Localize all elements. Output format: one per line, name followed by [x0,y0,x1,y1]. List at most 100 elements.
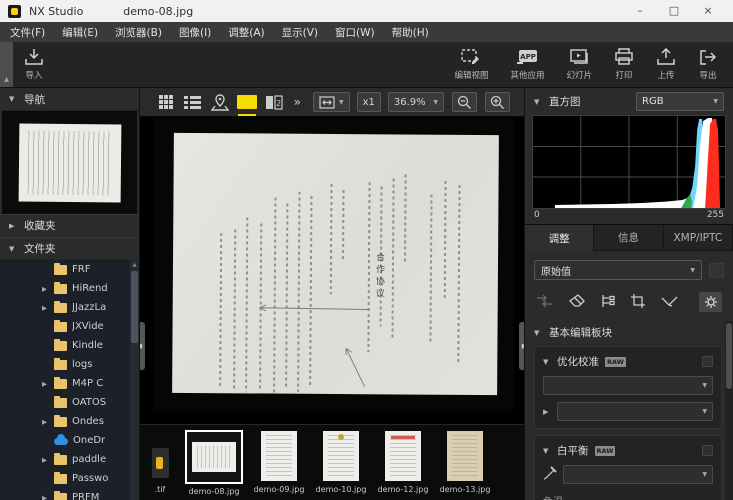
edit-view-button[interactable]: 编辑视图 [443,42,499,87]
zoom-in-button[interactable] [485,92,510,112]
picture-control-header[interactable]: ▼ 优化校准 RAW [543,354,713,369]
tab-info[interactable]: 信息 [594,225,663,251]
expander-icon[interactable] [40,494,49,500]
import-button[interactable]: 导入 [13,42,55,87]
maximize-button[interactable]: □ [657,1,691,21]
filmstrip-item-demo-13[interactable]: demo-13.jpg [439,430,491,494]
folder-item-ondes[interactable]: Ondes [0,412,139,431]
thumbnail-image [447,431,483,481]
collapse-right-icon[interactable]: ▶ [543,408,551,416]
menu-help[interactable]: 帮助(H) [392,25,429,40]
filmstrip-item-tif[interactable]: .tif [145,430,175,494]
zoom-percent-dropdown[interactable]: 36.9% ▼ [388,92,444,112]
folder-item-oatos[interactable]: OATOS [0,393,139,412]
tab-xmp-iptc[interactable]: XMP/IPTC [664,225,733,251]
expander-icon[interactable] [40,380,49,388]
folder-item-frf[interactable]: FRF [0,260,139,279]
histogram-header[interactable]: ▼ 直方图 RGB ▼ [525,88,733,115]
settings-button[interactable] [699,292,722,312]
other-apps-button[interactable]: APP 其他应用 [499,42,555,87]
menu-image[interactable]: 图像(I) [179,25,211,40]
histogram-channel-dropdown[interactable]: RGB ▼ [636,92,724,111]
menu-window[interactable]: 窗口(W) [335,25,375,40]
copy-adjustments-icon[interactable] [536,293,553,312]
more-tools-button[interactable]: » [289,95,306,109]
picture-control-sub-dropdown[interactable]: ▼ [557,402,713,421]
map-view-button[interactable] [208,91,232,113]
crop-icon[interactable] [631,293,646,312]
tab-adjustments[interactable]: 调整 [525,225,594,251]
picture-control-dropdown[interactable]: ▼ [543,376,713,395]
sidebar-collapse-handle[interactable]: ◀ [140,322,145,370]
white-balance-header[interactable]: ▼ 白平衡 RAW [543,443,713,458]
fit-mode-dropdown[interactable]: ▼ [313,92,350,112]
navigation-header[interactable]: ▼ 导航 [0,88,139,111]
folder-icon [54,341,67,351]
slideshow-button[interactable]: 幻灯片 [555,42,603,87]
scale-1x-button[interactable]: x1 [357,92,381,112]
folder-item-onedrive[interactable]: OneDr [0,431,139,450]
chevron-down-icon: ▼ [433,99,438,106]
menu-adjust[interactable]: 调整(A) [228,25,264,40]
menu-browser[interactable]: 浏览器(B) [115,25,162,40]
folder-item-m4p[interactable]: M4P C [0,374,139,393]
eraser-icon[interactable] [568,293,585,312]
window-controls: – □ × [623,1,725,21]
folder-item-jxvide[interactable]: JXVide [0,317,139,336]
print-button[interactable]: 打印 [603,42,645,87]
image-canvas[interactable]: 合作协议 ◀ ▶ [140,117,524,424]
adjustments-scroll-area: ▼ 基本编辑板块 ▼ 优化校准 RAW ▼ ▶ ▼ [525,321,733,500]
folder-item-logs[interactable]: logs [0,355,139,374]
import-icon [24,48,44,66]
close-button[interactable]: × [691,1,725,21]
export-button[interactable]: 导出 [687,42,729,87]
version-history-icon[interactable] [600,293,616,312]
expander-icon[interactable] [40,418,49,426]
folder-item-jjazzla[interactable]: JJazzLa [0,298,139,317]
menu-edit[interactable]: 编辑(E) [62,25,98,40]
scrollbar-thumb[interactable] [726,323,732,389]
expander-icon[interactable] [40,304,49,312]
white-balance-checkbox[interactable] [702,445,713,456]
eyedropper-icon[interactable] [543,465,557,484]
folder-tree-scrollbar[interactable]: ▲ [130,260,139,500]
upload-button[interactable]: 上传 [645,42,687,87]
folder-item-kindle[interactable]: Kindle [0,336,139,355]
folder-item-paddle[interactable]: paddle [0,450,139,469]
image-view-button[interactable] [235,91,259,113]
white-balance-dropdown[interactable]: ▼ [563,465,713,484]
list-view-button[interactable] [181,91,205,113]
filmstrip-item-demo-08[interactable]: demo-08.jpg [185,430,243,496]
save-preset-button[interactable] [709,263,724,278]
expander-icon[interactable] [40,285,49,293]
content-area: ▼ 导航 ▶ 收藏夹 ▼ 文件夹 FRF HiRend JJazzLa JXVi… [0,88,733,500]
folder-item-password[interactable]: Passwo [0,469,139,488]
split-view-button[interactable]: 2 [262,91,286,113]
filmstrip-item-demo-09[interactable]: demo-09.jpg [253,430,305,494]
expander-icon[interactable] [40,456,49,464]
menu-file[interactable]: 文件(F) [10,25,45,40]
straighten-icon[interactable] [661,293,678,312]
navigation-preview[interactable] [2,111,137,214]
folder-item-hirend[interactable]: HiRend [0,279,139,298]
right-panel-scrollbar[interactable] [725,321,733,500]
folder-item-prfm[interactable]: PRFM [0,488,139,500]
zoom-out-button[interactable] [452,92,477,112]
scroll-up-icon[interactable]: ▲ [130,260,139,270]
picture-control-checkbox[interactable] [702,356,713,367]
toolbar-collapse-strip[interactable]: ▲ [0,42,13,87]
viewer-column: 2 » ▼ x1 36.9% ▼ [140,88,524,500]
grid-view-button[interactable] [154,91,178,113]
filmstrip-item-demo-10[interactable]: demo-10.jpg [315,430,367,494]
preset-dropdown[interactable]: 原始值 ▼ [534,260,702,280]
scrollbar-thumb[interactable] [131,271,138,343]
emblem-mark [338,434,344,440]
minimize-button[interactable]: – [623,1,657,21]
folders-header[interactable]: ▼ 文件夹 [0,237,139,260]
right-panel-collapse-handle[interactable]: ▶ [519,322,524,370]
menu-view[interactable]: 显示(V) [282,25,318,40]
favorites-header[interactable]: ▶ 收藏夹 [0,214,139,237]
basic-edit-section-header[interactable]: ▼ 基本编辑板块 [525,321,733,344]
filmstrip-item-demo-12[interactable]: demo-12.jpg [377,430,429,494]
range-max: 255 [707,210,724,220]
